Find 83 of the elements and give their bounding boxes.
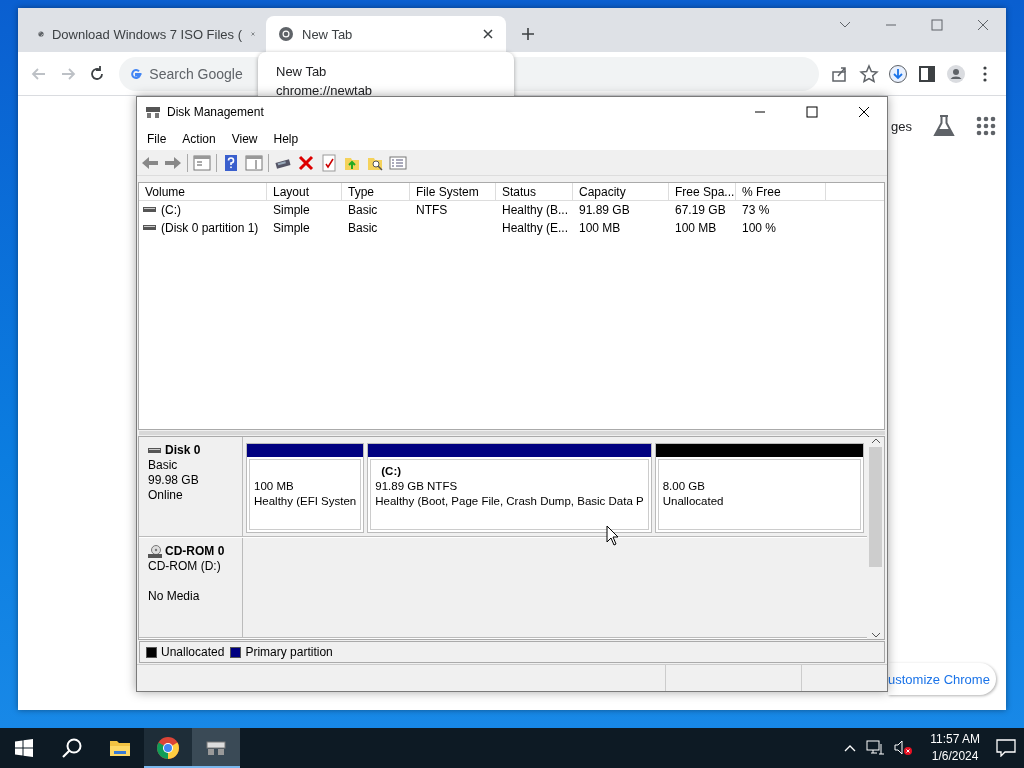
menu-item[interactable]: Action xyxy=(174,131,224,146)
apps-grid-icon[interactable] xyxy=(976,116,996,136)
disk-name: CD-ROM 0 xyxy=(165,544,225,559)
table-cell: Basic xyxy=(348,221,378,235)
column-header[interactable]: Free Spa... xyxy=(669,182,736,201)
tooltip-title: New Tab xyxy=(276,64,328,79)
disk-info: Basic xyxy=(148,458,179,473)
disk-management-icon xyxy=(145,105,161,119)
drive-icon xyxy=(143,224,157,232)
table-cell: 100 MB xyxy=(579,221,621,235)
table-cell: (C:) xyxy=(161,203,181,217)
table-cell: 100 % xyxy=(742,221,777,235)
column-header[interactable]: Capacity xyxy=(573,182,669,201)
column-header[interactable]: File System xyxy=(410,182,496,201)
disk-info: CD-ROM (D:) xyxy=(148,559,222,574)
notification-icon[interactable] xyxy=(996,739,1016,757)
table-cell: Healthy (B... xyxy=(502,203,569,217)
windows-logo-icon[interactable] xyxy=(15,739,33,757)
partition-info: Healthy (Boot, Page File, Crash Dump, Basic Data P xyxy=(375,494,644,509)
volume-muted-icon[interactable] xyxy=(894,740,915,756)
properties-icon[interactable] xyxy=(320,153,338,172)
drive-icon xyxy=(143,206,157,214)
table-cell: Basic xyxy=(348,203,378,217)
table-cell: 100 MB xyxy=(675,221,717,235)
legend-label: Primary partition xyxy=(245,645,333,659)
network-icon[interactable] xyxy=(866,740,885,756)
window-title: Disk Management xyxy=(167,105,264,119)
chrome-logo-icon[interactable] xyxy=(156,736,180,760)
chevron-up-icon[interactable] xyxy=(844,744,857,752)
customize-chrome-button[interactable]: ustomize Chrome xyxy=(888,663,996,695)
column-header[interactable]: Type xyxy=(342,182,410,201)
help-icon[interactable] xyxy=(222,153,240,172)
scrollbar[interactable] xyxy=(867,437,884,639)
table-cell: NTFS xyxy=(416,203,448,217)
table-row[interactable]: (Disk 0 partition 1) Simple Basic Healthy (E... 100 MB 100 MB 100 % xyxy=(139,219,884,237)
tooltip-url: chrome://newtab xyxy=(276,83,374,98)
search-icon[interactable] xyxy=(61,737,83,759)
browser-tab[interactable]: New Tab xyxy=(266,16,506,52)
delete-icon[interactable] xyxy=(297,153,315,172)
partition-info: 8.00 GB xyxy=(662,479,706,494)
table-cell: 73 % xyxy=(742,203,770,217)
scroll-down-icon[interactable] xyxy=(870,631,881,639)
table-row[interactable]: (C:) Simple Basic NTFS Healthy (B... 91.89 GB 67.19 GB 73 % xyxy=(139,201,884,219)
partition-name: (C:) xyxy=(380,464,403,479)
mouse-cursor-icon xyxy=(606,525,620,546)
google-g-icon xyxy=(129,66,144,81)
table-cell: Healthy (E... xyxy=(502,221,569,235)
menu-item[interactable]: Help xyxy=(265,131,307,146)
scroll-up-icon[interactable] xyxy=(870,437,881,445)
table-cell: Simple xyxy=(273,221,310,235)
table-cell: 91.89 GB xyxy=(579,203,630,217)
disk-name: Disk 0 xyxy=(165,443,201,458)
taskbar-app[interactable] xyxy=(192,728,240,768)
partition-block[interactable]: (C:) 91.89 GB NTFS Healthy (Boot, Page File, Crash Dump, Basic Data P xyxy=(367,443,652,533)
table-cell: 67.19 GB xyxy=(675,203,726,217)
disk-info: No Media xyxy=(148,589,201,604)
table-cell: (Disk 0 partition 1) xyxy=(161,221,259,235)
panel-icon[interactable] xyxy=(245,153,263,172)
column-header[interactable]: % Free xyxy=(736,182,826,201)
disk-info: Online xyxy=(148,488,184,503)
scrollbar-thumb[interactable] xyxy=(869,447,882,567)
partition-block[interactable]: 8.00 GB Unallocated xyxy=(654,443,864,533)
link[interactable]: ges xyxy=(891,118,912,134)
clock[interactable]: 11:57 AM 1/6/2024 xyxy=(924,731,986,765)
column-header[interactable]: Volume xyxy=(139,182,267,201)
disk-info: 99.98 GB xyxy=(148,473,200,488)
partition-info: Healthy (EFI Systen xyxy=(254,494,357,509)
menu-item[interactable]: File xyxy=(139,131,175,146)
taskbar-app[interactable] xyxy=(144,728,192,768)
column-header[interactable]: Layout xyxy=(267,182,342,201)
menu-item[interactable]: View xyxy=(223,131,266,146)
partition-info: Unallocated xyxy=(662,494,725,509)
flask-icon[interactable] xyxy=(932,114,956,138)
table-cell: Simple xyxy=(273,203,310,217)
column-header[interactable]: Status xyxy=(496,182,573,201)
cd-drive-icon xyxy=(148,544,162,559)
panel-icon[interactable] xyxy=(193,153,211,172)
browser-tab[interactable]: Download Windows 7 ISO Files ( xyxy=(26,16,266,52)
legend-label: Unallocated xyxy=(161,645,225,659)
partition-block[interactable]: 100 MB Healthy (EFI Systen xyxy=(246,443,365,533)
partition-info: 100 MB xyxy=(254,479,295,494)
chrome-logo-icon xyxy=(278,26,294,42)
partition-info: 91.89 GB NTFS xyxy=(375,479,459,494)
